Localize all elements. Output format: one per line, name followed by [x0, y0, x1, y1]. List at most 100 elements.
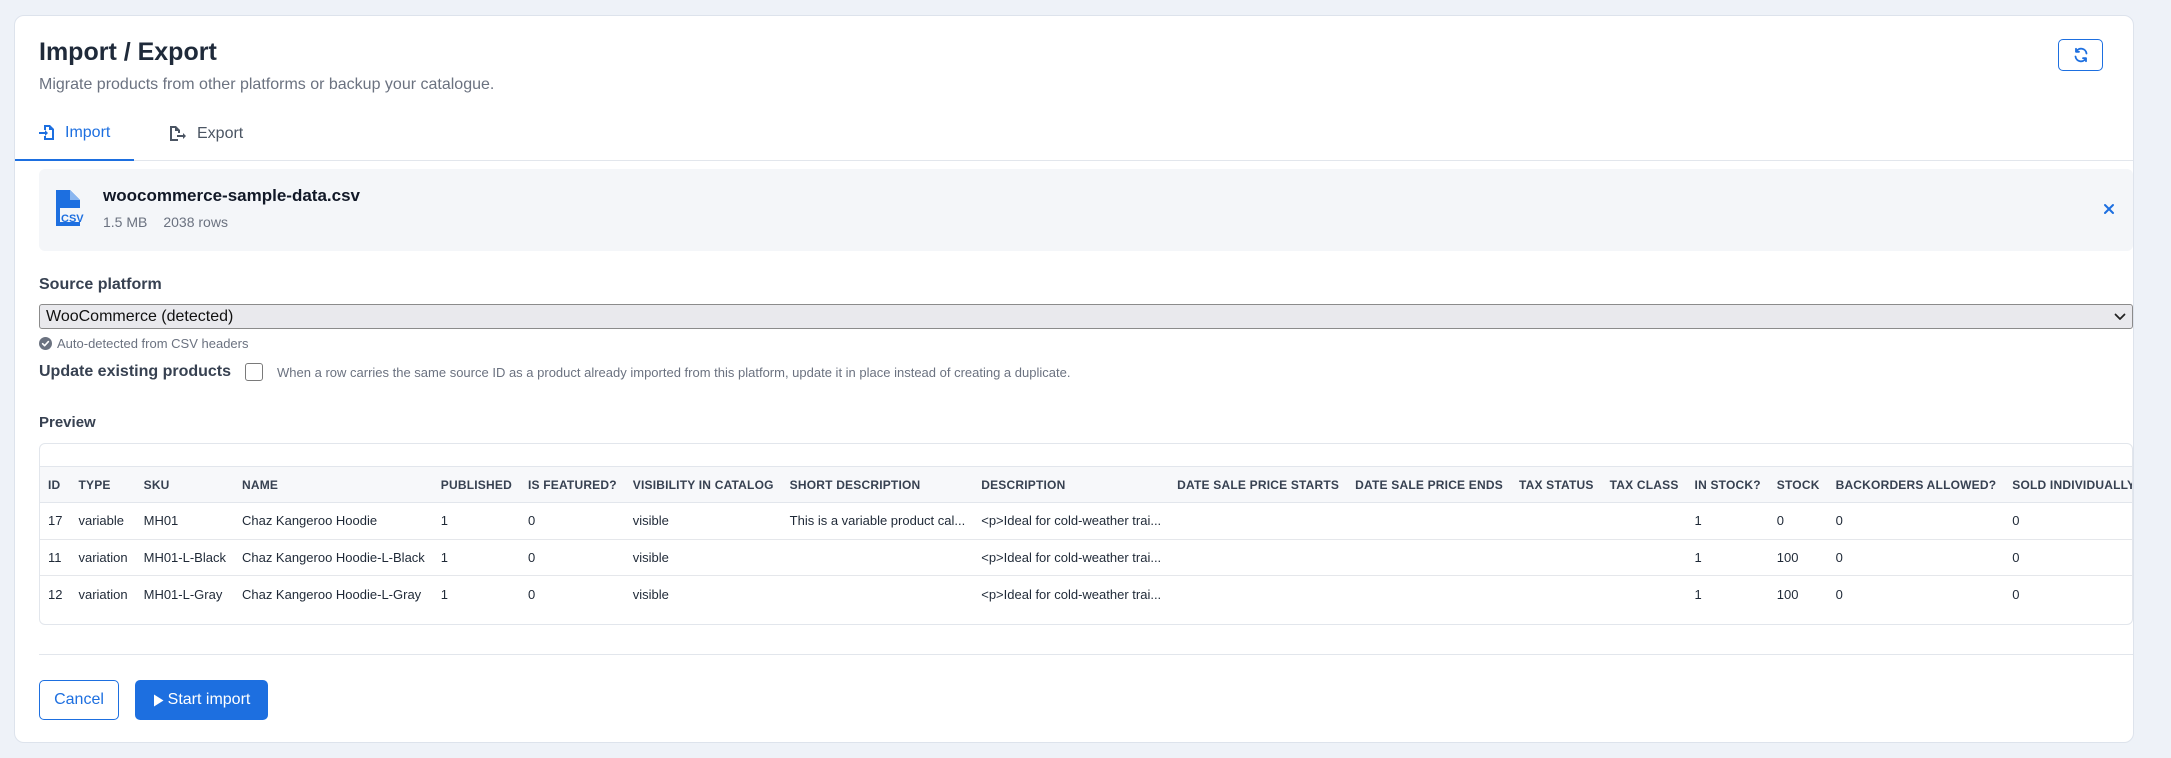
table-row: 11 variation MH01-L-Black Chaz Kangeroo Hoo… [40, 539, 2132, 576]
close-icon [2104, 204, 2114, 214]
table-cell [1169, 502, 1348, 540]
table-cell: 11 [40, 539, 71, 576]
check-circle-icon [39, 337, 52, 350]
column-header: SHORT DESCRIPTION [781, 466, 974, 503]
cancel-button[interactable]: Cancel [39, 680, 119, 720]
tab-import-label: Import [65, 123, 111, 141]
column-header: ID [40, 466, 71, 503]
table-cell: 0 [2012, 586, 2020, 602]
table-cell [1169, 576, 1347, 613]
table-cell: 0 [1827, 502, 2005, 540]
preview-header-row: ID TYPE SKU NAME PUBLISHED IS FEATURED? VISIBI… [40, 466, 2132, 503]
table-cell: Chaz Kangeroo Hoodie [233, 502, 433, 540]
table-cell [1602, 576, 1687, 613]
column-header: DATE SALE PRICE ENDS [1347, 466, 1511, 503]
table-cell: 1 [1686, 539, 1769, 576]
csv-file-icon: CSV [56, 190, 84, 226]
selected-file-panel: CSV woocommerce-sample-data.csv 1.5 MB 2… [39, 169, 2133, 251]
table-cell [781, 539, 974, 576]
tab-import[interactable]: Import [15, 106, 135, 161]
table-cell: 0 [519, 539, 625, 576]
table-cell: 1 [432, 502, 520, 540]
table-cell: MH01 [135, 502, 234, 540]
remove-file-button[interactable] [2099, 199, 2119, 219]
column-header: TAX STATUS [1510, 466, 1602, 503]
source-platform-hint-text: Auto-detected from CSV headers [57, 336, 249, 351]
table-cell: 0 [527, 586, 536, 602]
table-cell [1347, 539, 1511, 576]
page-title: Import / Export [39, 38, 217, 66]
file-size: 1.5 MB [103, 214, 148, 230]
source-platform-select[interactable]: WooCommerce (detected) [39, 304, 2133, 329]
play-icon [153, 694, 164, 706]
table-row: 12 variation MH01-L-Gray Chaz Kangeroo Hood… [40, 576, 2132, 613]
update-existing-help: When a row carries the same source ID as… [277, 364, 1071, 380]
import-export-card: Import / Export Migrate products from ot… [14, 15, 2134, 743]
table-cell [1510, 539, 1602, 576]
start-import-button[interactable]: Start import [135, 680, 268, 720]
table-cell: Chaz Kangeroo Hoodie-L-Gray [241, 586, 422, 602]
column-header: DESCRIPTION [973, 466, 1170, 503]
column-header: IN STOCK? [1686, 466, 1769, 503]
table-cell [1511, 576, 1602, 613]
table-cell: variation [78, 586, 128, 602]
table-cell [1347, 502, 1511, 540]
csv-icon-label: CSV [61, 213, 84, 225]
table-cell: MH01-L-Gray [143, 586, 223, 602]
column-header: SOLD INDIVIDUALLY? [2004, 466, 2132, 503]
table-cell: 0 [1835, 586, 1843, 602]
table-cell: 17 [40, 502, 71, 540]
source-platform-hint: Auto-detected from CSV headers [39, 336, 249, 351]
file-export-icon [170, 126, 186, 141]
tab-export-label: Export [197, 124, 244, 142]
update-existing-label: Update existing products [39, 363, 232, 380]
table-cell: 1 [1694, 586, 1702, 602]
refresh-button[interactable] [2058, 39, 2103, 71]
column-header: BACKORDERS ALLOWED? [1827, 466, 2005, 503]
table-cell: visible [624, 502, 782, 540]
table-cell: 100 [1776, 586, 1799, 602]
column-header: SKU [135, 466, 234, 503]
file-row-count: 2038 rows [163, 214, 228, 230]
preview-table: ID TYPE SKU NAME PUBLISHED IS FEATURED? VISIBI… [40, 466, 2132, 613]
preview-table-container[interactable]: ID TYPE SKU NAME PUBLISHED IS FEATURED? VISIBI… [39, 443, 2133, 625]
tab-export[interactable]: Export [145, 106, 267, 161]
table-cell: 12 [48, 586, 63, 602]
file-import-icon [39, 125, 54, 140]
table-cell [1169, 539, 1348, 576]
table-cell: variation [70, 539, 136, 576]
table-cell [1601, 539, 1687, 576]
column-header: NAME [233, 466, 433, 503]
column-header: TAX CLASS [1601, 466, 1687, 503]
table-cell: visible [632, 586, 669, 602]
source-platform-label: Source platform [39, 276, 162, 293]
table-cell: variable [70, 502, 136, 540]
preview-table-body: 17 variable MH01 Chaz Kangeroo Hoodie 1 0 visi… [40, 502, 2132, 613]
table-cell: <p>Ideal for cold-weather trai... [981, 586, 1162, 602]
source-platform-value: WooCommerce (detected) [46, 307, 234, 325]
table-cell: 0 [2004, 539, 2132, 576]
refresh-icon [2074, 47, 2087, 63]
table-row: 17 variable MH01 Chaz Kangeroo Hoodie 1 0 visi… [40, 502, 2132, 540]
table-cell: visible [624, 539, 782, 576]
table-cell: <p>Ideal for cold-weather trai... [973, 502, 1170, 540]
table-cell: Chaz Kangeroo Hoodie-L-Black [233, 539, 433, 576]
divider [39, 654, 2133, 655]
table-cell [1510, 502, 1602, 540]
table-cell: 0 [1827, 539, 2005, 576]
preview-label: Preview [39, 414, 96, 431]
table-cell: 100 [1768, 539, 1828, 576]
update-existing-row: Update existing products When a row carr… [39, 363, 1070, 381]
table-cell: 1 [440, 586, 449, 602]
table-cell: <p>Ideal for cold-weather trai... [973, 539, 1170, 576]
file-meta: 1.5 MB 2038 rows [103, 214, 228, 230]
table-cell [1347, 576, 1511, 613]
table-cell: 0 [519, 502, 625, 540]
table-cell [1601, 502, 1687, 540]
tab-bar: Import Export [15, 106, 2133, 161]
table-cell [782, 576, 974, 613]
table-cell: 1 [432, 539, 520, 576]
page-subtitle: Migrate products from other platforms or… [39, 76, 495, 93]
table-cell: 0 [1768, 502, 1828, 540]
update-existing-checkbox[interactable] [245, 363, 264, 381]
